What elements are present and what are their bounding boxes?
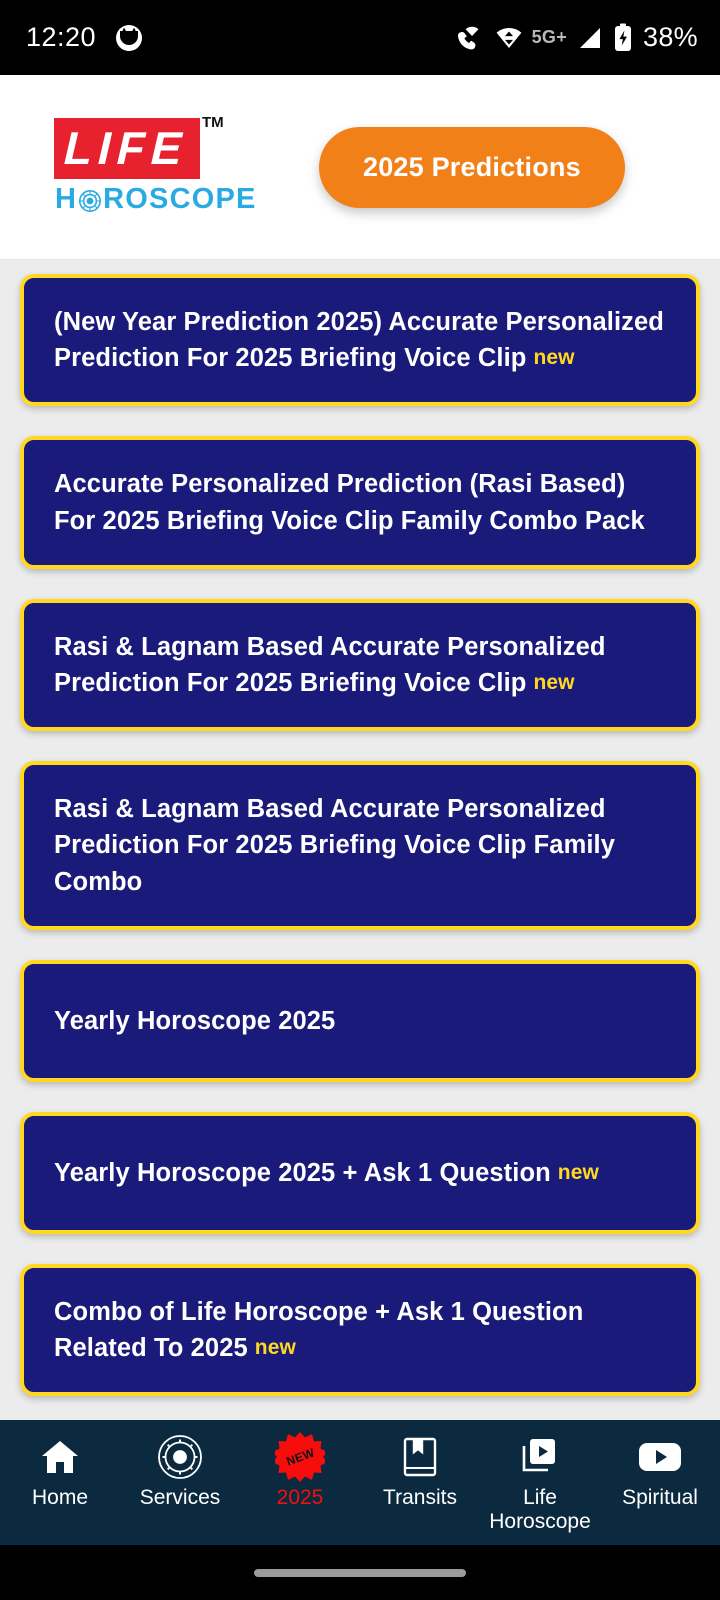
product-card-title-text: Rasi & Lagnam Based Accurate Personalize… [54,632,606,698]
logo-horoscope-post: ROSCOPE [103,183,257,215]
product-card[interactable]: (New Year Prediction 2025) Accurate Pers… [20,274,700,407]
product-card-title: Rasi & Lagnam Based Accurate Personalize… [54,629,666,701]
nav-label-spiritual: Spiritual [622,1486,698,1509]
product-card-title-text: Yearly Horoscope 2025 [54,1006,336,1035]
product-card-title: Accurate Personalized Prediction (Rasi B… [54,466,666,538]
nav-label-transits: Transits [383,1486,457,1509]
product-card-title-text: Rasi & Lagnam Based Accurate Personalize… [54,795,616,896]
product-card-title-text: Combo of Life Horoscope + Ask 1 Question… [54,1297,584,1363]
logo-horoscope-pre: H [55,183,78,215]
starburst-shape: NEW [275,1432,325,1482]
new-badge: new [533,671,575,695]
battery-percent-label: 38% [643,22,698,52]
nav-item-home[interactable]: Home [0,1432,120,1545]
product-card[interactable]: Yearly Horoscope 2025 [20,959,700,1082]
nav-label-services: Services [139,1486,221,1509]
predictions-button[interactable]: 2025 Predictions [319,126,625,208]
product-card-title: (New Year Prediction 2025) Accurate Pers… [54,304,666,376]
product-card-list[interactable]: (New Year Prediction 2025) Accurate Pers… [0,260,720,1600]
wifi-icon [495,25,523,51]
zodiac-wheel-icon [157,1432,203,1482]
status-bar-clock: 12:20 [26,22,97,52]
logo-horoscope-block: H ROSCOPE [55,183,285,216]
video-library-icon [518,1432,562,1482]
product-card-title: Yearly Horoscope 2025 + Ask 1 Question ne… [54,1155,599,1191]
nav-item-transits[interactable]: Transits [360,1432,480,1545]
nav-label-life-horoscope: Life Horoscope [489,1486,591,1533]
battery-charging-icon [613,23,633,53]
product-card[interactable]: Rasi & Lagnam Based Accurate Personalize… [20,761,700,930]
bottom-navigation-bar: Home Services NEW 2025 Transits Life Hor… [0,1420,720,1545]
nav-item-spiritual[interactable]: Spiritual [600,1432,720,1545]
status-bar-right: 5G+ 38% [456,22,698,53]
nav-label-home: Home [31,1486,89,1509]
status-bar-left: 12:20 [26,22,143,53]
product-card[interactable]: Accurate Personalized Prediction (Rasi B… [20,436,700,569]
new-badge: new [533,346,575,370]
gesture-pill[interactable] [254,1568,466,1577]
nav-item-life-horoscope[interactable]: Life Horoscope [480,1432,600,1545]
product-card[interactable]: Rasi & Lagnam Based Accurate Personalize… [20,598,700,732]
network-type-label: 5G+ [531,27,568,47]
product-card-title: Yearly Horoscope 2025 [54,1003,342,1039]
product-card[interactable]: Yearly Horoscope 2025 + Ask 1 Question ne… [20,1111,700,1234]
app-notification-icon [116,24,143,51]
youtube-play-icon [636,1432,684,1482]
home-icon [38,1432,82,1482]
wifi-calling-icon [456,25,486,51]
product-card-title: Combo of Life Horoscope + Ask 1 Question… [54,1294,666,1366]
logo-life-text: LIFE [63,122,189,174]
product-card-title-text: Accurate Personalized Prediction (Rasi B… [54,470,645,535]
new-badge: new [557,1160,599,1184]
app-header: LIFE TM H ROSCOPE 2025 Predictions [0,75,720,260]
zodiac-wheel-icon [78,188,102,212]
new-starburst-icon: NEW [275,1432,325,1482]
nav-item-2025[interactable]: NEW 2025 [240,1432,360,1545]
gesture-navigation-area [0,1545,720,1600]
product-card-title: Rasi & Lagnam Based Accurate Personalize… [54,791,666,900]
product-card-title-text: Yearly Horoscope 2025 + Ask 1 Question [54,1158,551,1187]
signal-icon [576,25,604,51]
logo-trademark: TM [202,114,224,131]
status-bar: 12:20 5G+ 38% [0,0,720,75]
logo-life-block: LIFE TM [54,114,224,179]
nav-item-services[interactable]: Services [120,1432,240,1545]
app-logo[interactable]: LIFE TM H ROSCOPE [30,114,285,216]
product-card[interactable]: Combo of Life Horoscope + Ask 1 Question… [20,1263,700,1397]
nav-label-2025: 2025 [276,1486,324,1509]
new-badge: new [254,1336,296,1360]
book-icon [400,1432,440,1482]
